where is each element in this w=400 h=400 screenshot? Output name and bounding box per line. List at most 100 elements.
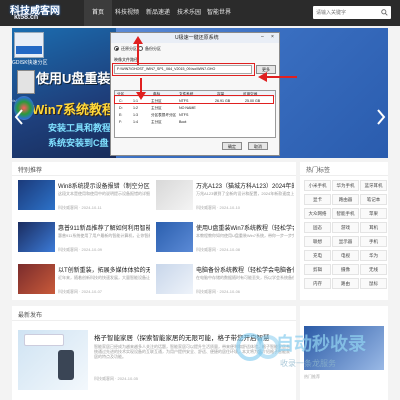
tag-item[interactable]: 鼠标 [360, 278, 387, 289]
tag-item[interactable]: 游戏 [332, 222, 359, 233]
search-box[interactable] [313, 6, 391, 19]
banner-next-icon[interactable] [376, 108, 386, 126]
annotation-arrow-up-icon [133, 36, 143, 65]
article-title[interactable]: Win8系统提示设备报错（制空分区导致无线网络问题） [58, 181, 150, 190]
phone-image [58, 350, 74, 380]
nav-tech-video[interactable]: 科技视频 [112, 0, 142, 26]
article-meta: 科技威客网 · 2024-10-06 [196, 289, 241, 294]
tag-item[interactable]: 耳机 [360, 222, 387, 233]
tag-item[interactable]: 华为 [360, 250, 387, 261]
tag-item[interactable]: 剪辑 [304, 264, 331, 275]
tag-item[interactable]: 笔记本 [360, 194, 387, 205]
restore-radio-dot [115, 47, 118, 50]
search-icon[interactable] [381, 9, 388, 16]
dialog-title: U极速一键还原系统 [175, 35, 219, 41]
row-type: 主分区 [151, 106, 162, 110]
nav-new-products[interactable]: 新品速递 [142, 0, 174, 26]
partition-row[interactable]: E: 1:3 分区表损坏分区 NTFS [115, 112, 275, 118]
row-fs: NTFS [179, 113, 189, 117]
article-meta: 科技威客网 · 2024-10-07 [58, 289, 103, 294]
hot-tags-title: 热门标签 [306, 168, 331, 174]
banner-gdisk-label: GDISK快速分区 [12, 60, 48, 66]
minimize-icon[interactable]: – [261, 34, 264, 40]
article-desc: 在电脑中存储的数据随时有可能丢失，所以学会系统备份是很重要的 [196, 275, 294, 280]
article-desc: 本教程教你如何使用U盘重装Win7系统，带你一步一步完成安装 [196, 233, 294, 238]
article-thumbnail[interactable] [156, 264, 193, 294]
article-title[interactable]: 以T创新重装，拓展多媒体体验的无限可能（更 [58, 265, 150, 274]
backup-label: 备份分区 [145, 46, 161, 51]
search-input[interactable] [316, 6, 376, 19]
watermark-logo-icon [236, 333, 280, 361]
row-type: 主分区 [151, 120, 162, 124]
tag-item[interactable]: 充电 [304, 250, 331, 261]
annotation-arrow-down-icon [136, 78, 146, 100]
banner-headline-2: Win7系统教程 [32, 102, 115, 117]
article-thumbnail[interactable] [18, 222, 55, 252]
tag-item[interactable]: 智能手机 [332, 208, 359, 219]
tag-item[interactable]: 显卡 [304, 194, 331, 205]
hot-tags-divider [300, 175, 388, 176]
row-index: 1:2 [133, 106, 138, 110]
tag-item[interactable]: 固态 [304, 222, 331, 233]
tag-item[interactable]: 显示器 [332, 236, 359, 247]
partition-row[interactable]: F: 1:4 主分区 Boot [115, 119, 275, 125]
tag-item[interactable]: 内存 [304, 278, 331, 289]
article-thumbnail[interactable] [156, 222, 193, 252]
site-logo[interactable]: 科技威客网 kt58.cn [10, 2, 68, 24]
tag-item[interactable]: 路由 [332, 278, 359, 289]
article-title[interactable]: 电脑备份系统教程（轻松学会电脑备份系统） [196, 265, 294, 274]
nav-smart-world[interactable]: 智能世界 [204, 0, 234, 26]
article-title[interactable]: 惠普911新品推荐了解如何利用智能电脑来 [58, 223, 150, 232]
article-meta: 科技威客网 · 2024-10-09 [58, 247, 103, 252]
cancel-button[interactable]: 取消 [248, 142, 268, 150]
air-conditioner-image [24, 334, 64, 346]
top-navbar: 科技威客网 kt58.cn 首页 科技视频 新品速递 技术乐园 智能世界 [0, 0, 400, 26]
banner-prev-icon[interactable] [14, 108, 24, 126]
usb-drive-label-bg [16, 46, 42, 54]
watermark: 自动秒收录 收录一条龙服务 [236, 330, 386, 374]
row-fs: NO NAME [179, 106, 196, 110]
tag-item[interactable]: 路由器 [332, 194, 359, 205]
article-desc: 近年来，随着创新科技的快速发展，大量智能设备让人们的生活更方便 [58, 275, 150, 280]
nav-home[interactable]: 首页 [84, 0, 112, 26]
banner-sub-2: 系统安装到C盘 [48, 138, 109, 148]
nav-tech-park[interactable]: 技术乐园 [174, 0, 204, 26]
tag-item[interactable]: 手机 [360, 236, 387, 247]
annotation-arrow-left-icon [258, 72, 297, 82]
logo-domain: kt58.cn [14, 14, 39, 21]
latest-article-meta: 科技威客网 · 2024-10-05 [94, 376, 139, 381]
featured-title: 特别推荐 [18, 168, 43, 174]
watermark-line-1: 自动秒收录 [276, 334, 366, 354]
article-title[interactable]: 万兆A123（猫城方科A123）2024年的新.. [196, 181, 294, 190]
tag-item[interactable]: 大众网络 [304, 208, 331, 219]
tag-item[interactable]: 苹果 [360, 208, 387, 219]
tag-item[interactable]: 联想 [304, 236, 331, 247]
article-thumbnail[interactable] [18, 180, 55, 210]
disk-tool-box [17, 70, 35, 94]
latest-title: 最新发布 [18, 313, 43, 319]
tag-item[interactable]: 电视 [332, 250, 359, 261]
tag-item[interactable]: 蓝牙耳机 [360, 180, 387, 191]
tag-item[interactable]: 无线 [360, 264, 387, 275]
row-index: 1:4 [133, 120, 138, 124]
article-thumbnail[interactable] [156, 180, 193, 210]
banner-headline-1: 使用U盘重装 [36, 71, 111, 86]
row-type: 分区表损坏分区 [151, 113, 177, 117]
tag-item[interactable]: 小米手机 [304, 180, 331, 191]
row-drive: E: [119, 113, 123, 117]
article-desc: 万兆A123做到了全新的设计和配置，2024年新款速度上有了很大提升 [196, 191, 294, 196]
tag-item[interactable]: 摄像 [332, 264, 359, 275]
banner-sub-1: 安装工具和教程 [48, 123, 112, 133]
article-desc: 这段文本是使用和使用中的说明提示设备报错的详细解决办法说明 [58, 191, 150, 196]
row-drive: F: [119, 120, 123, 124]
featured-divider [12, 175, 296, 176]
side-latest-label: 热门推荐 [304, 374, 320, 379]
close-icon[interactable]: × [271, 34, 274, 40]
tag-item[interactable]: 华为手机 [332, 180, 359, 191]
article-title[interactable]: 使用U盘重装Win7系统教程（轻松学会做.. [196, 223, 294, 232]
article-thumbnail[interactable] [18, 264, 55, 294]
partition-row[interactable]: D: 1:2 主分区 NO NAME [115, 105, 275, 111]
ok-button[interactable]: 确定 [222, 142, 242, 150]
article-desc: 惠普911系统使用了用户最新的智能计算机，让你智能地使用到新品 [58, 233, 150, 238]
latest-divider [12, 320, 296, 321]
